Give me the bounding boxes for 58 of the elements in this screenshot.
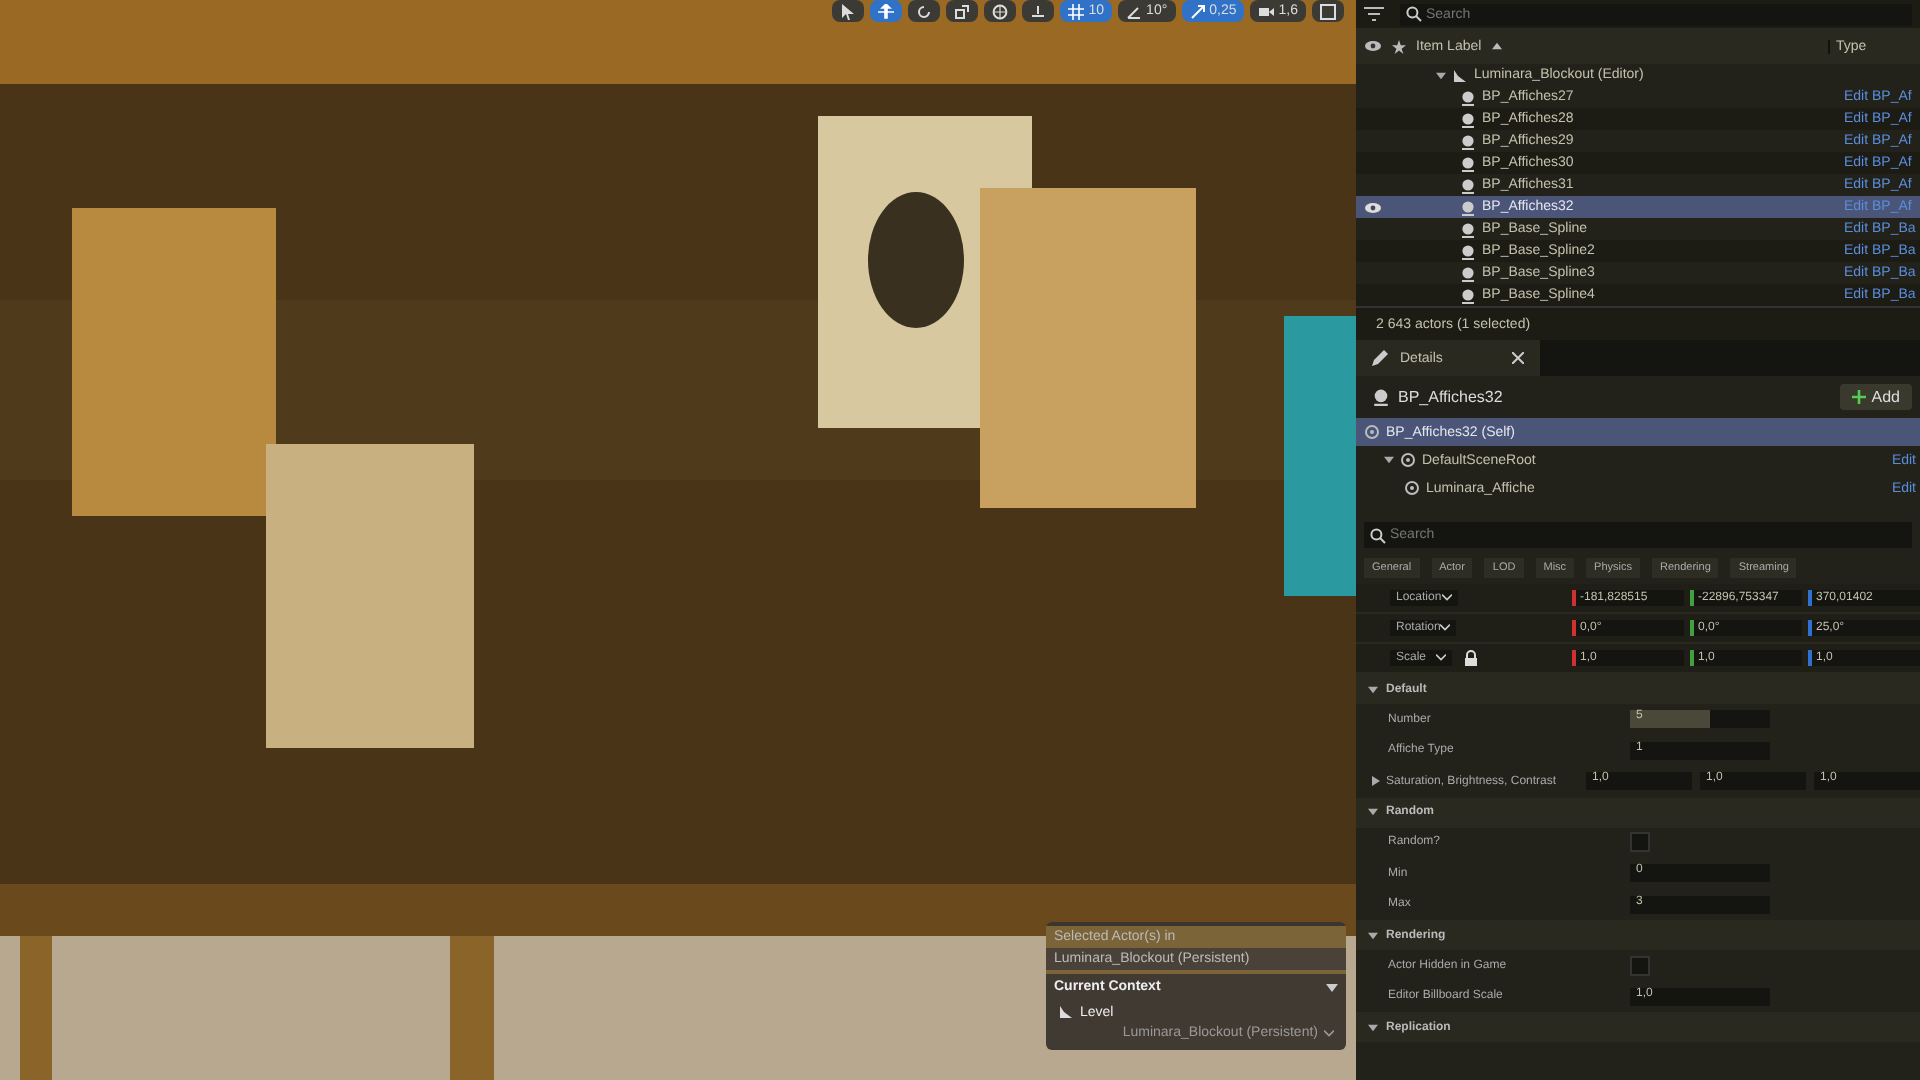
filter-icon[interactable] bbox=[1364, 6, 1384, 22]
rotate-icon bbox=[916, 3, 933, 19]
expand-icon[interactable] bbox=[1372, 776, 1380, 787]
actor-icon bbox=[1460, 155, 1476, 171]
actor-icon bbox=[1460, 265, 1476, 281]
actor-name: BP_Affiches32 bbox=[1398, 388, 1505, 406]
expand-icon bbox=[1368, 808, 1378, 816]
tool-button[interactable] bbox=[1022, 0, 1055, 22]
actor-icon bbox=[1460, 243, 1476, 259]
scale-icon bbox=[1189, 3, 1206, 19]
level-icon bbox=[1058, 1004, 1074, 1020]
pencil-icon bbox=[1372, 350, 1388, 366]
tool-button[interactable] bbox=[984, 0, 1017, 22]
plus-icon bbox=[1851, 390, 1866, 404]
add-button[interactable]: Add bbox=[1839, 384, 1912, 410]
checkbox[interactable] bbox=[1630, 955, 1650, 976]
star-icon bbox=[1392, 39, 1406, 53]
expand-icon[interactable] bbox=[1436, 71, 1446, 79]
surface-icon bbox=[1030, 3, 1047, 19]
actor-icon bbox=[1460, 199, 1476, 215]
angle-icon bbox=[1126, 3, 1143, 19]
caret-icon bbox=[1441, 594, 1452, 602]
layout-icon bbox=[1320, 3, 1336, 19]
scale-icon bbox=[954, 3, 971, 19]
checkbox[interactable] bbox=[1630, 832, 1650, 853]
tool-button[interactable] bbox=[908, 0, 941, 22]
actor-icon bbox=[1460, 89, 1476, 105]
eye-icon[interactable] bbox=[1364, 201, 1382, 213]
cursor-icon bbox=[840, 3, 857, 19]
caret-icon bbox=[1324, 1029, 1334, 1037]
expand-icon bbox=[1368, 1023, 1378, 1031]
search-icon bbox=[1370, 527, 1386, 543]
tool-button[interactable] bbox=[1312, 0, 1344, 22]
tool-button[interactable] bbox=[946, 0, 979, 22]
sort-icon bbox=[1491, 42, 1502, 50]
globe-icon bbox=[992, 3, 1009, 19]
caret-icon bbox=[1440, 624, 1451, 632]
component-icon bbox=[1364, 424, 1380, 440]
actor-icon bbox=[1460, 111, 1476, 127]
camera-icon bbox=[1258, 3, 1275, 19]
expand-icon bbox=[1368, 931, 1378, 939]
tool-button[interactable] bbox=[832, 0, 865, 22]
eye-icon bbox=[1364, 40, 1382, 52]
actor-icon bbox=[1460, 221, 1476, 237]
expand-icon bbox=[1368, 685, 1378, 693]
actor-icon bbox=[1460, 287, 1476, 303]
move-icon bbox=[878, 3, 895, 19]
close-icon[interactable] bbox=[1512, 352, 1524, 364]
actor-icon bbox=[1460, 177, 1476, 193]
grid-icon bbox=[1068, 3, 1085, 19]
actor-icon bbox=[1372, 388, 1390, 406]
lock-icon[interactable] bbox=[1463, 650, 1478, 666]
search-icon bbox=[1406, 6, 1422, 22]
expand-icon[interactable] bbox=[1384, 456, 1394, 464]
caret-icon bbox=[1435, 654, 1446, 662]
tool-button[interactable] bbox=[870, 0, 903, 22]
actor-icon bbox=[1460, 133, 1476, 149]
caret-icon bbox=[1326, 983, 1338, 991]
